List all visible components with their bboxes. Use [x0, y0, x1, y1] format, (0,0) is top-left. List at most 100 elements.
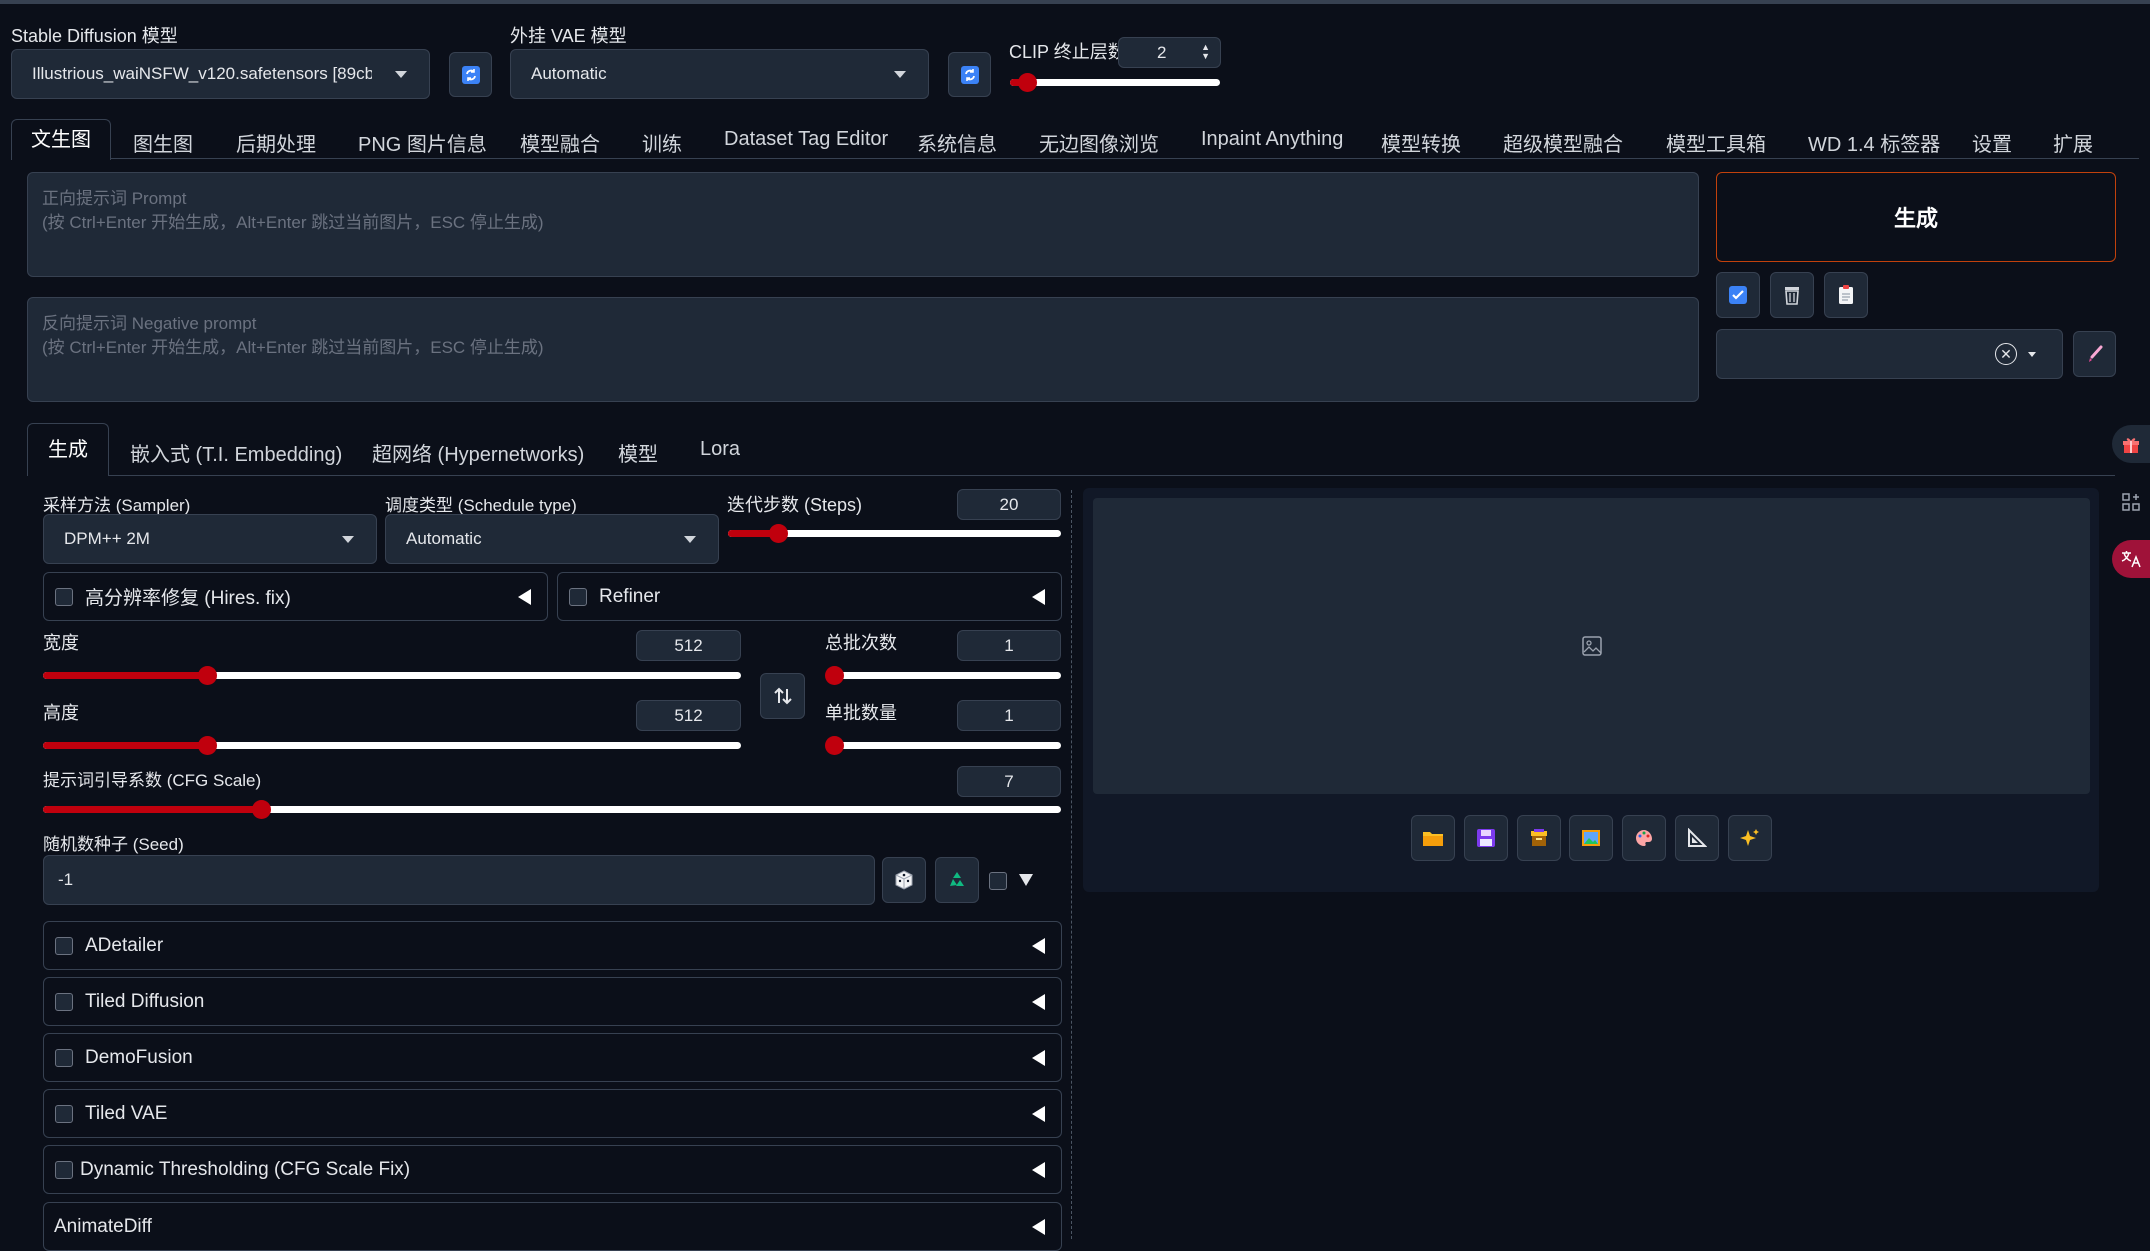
- send-to-img2img-button[interactable]: [1569, 815, 1613, 861]
- seed-input[interactable]: -1: [43, 855, 875, 905]
- steps-input[interactable]: 20: [957, 489, 1061, 520]
- prompt-textarea[interactable]: 正向提示词 Prompt (按 Ctrl+Enter 开始生成，Alt+Ente…: [27, 172, 1699, 277]
- subtab-checkpoints[interactable]: 模型: [618, 438, 658, 467]
- adetailer-accordion[interactable]: ADetailer: [43, 921, 1062, 970]
- apps-grid-button[interactable]: [2112, 483, 2150, 521]
- collapse-triangle-icon[interactable]: [1032, 1105, 1045, 1122]
- cfg-scale-label: 提示词引导系数 (CFG Scale): [43, 771, 262, 790]
- gift-button[interactable]: [2112, 425, 2150, 463]
- save-button[interactable]: [1464, 815, 1508, 861]
- tab-extensions[interactable]: 扩展: [2053, 128, 2093, 157]
- vae-select[interactable]: Automatic: [510, 49, 929, 99]
- clear-prompt-button[interactable]: [1770, 272, 1814, 318]
- generate-button[interactable]: 生成: [1716, 172, 2116, 262]
- tab-dataset-tag-editor[interactable]: Dataset Tag Editor: [724, 128, 888, 151]
- batch-count-input[interactable]: 1: [957, 630, 1061, 661]
- send-to-inpaint-button[interactable]: [1622, 815, 1666, 861]
- vae-refresh-button[interactable]: [948, 52, 991, 97]
- save-zip-button[interactable]: [1517, 815, 1561, 861]
- steps-slider[interactable]: [728, 524, 1061, 543]
- demofusion-accordion[interactable]: DemoFusion: [43, 1033, 1062, 1082]
- sparkles-button[interactable]: [1728, 815, 1772, 861]
- swap-dimensions-button[interactable]: [760, 673, 805, 719]
- clip-skip-input[interactable]: 2 ▲ ▼: [1118, 37, 1221, 68]
- output-image-area[interactable]: [1093, 498, 2090, 794]
- batch-size-slider[interactable]: [825, 736, 1061, 755]
- collapse-triangle-icon[interactable]: [1032, 993, 1045, 1010]
- random-seed-button[interactable]: [882, 857, 926, 903]
- slider-thumb[interactable]: [1017, 73, 1037, 92]
- refiner-checkbox[interactable]: [569, 587, 587, 606]
- subtab-hypernetworks[interactable]: 超网络 (Hypernetworks): [372, 438, 584, 467]
- batch-count-slider[interactable]: [825, 666, 1061, 685]
- tab-txt2img[interactable]: 文生图: [11, 119, 111, 160]
- demofusion-checkbox[interactable]: [55, 1048, 73, 1067]
- subtab-generation[interactable]: 生成: [27, 423, 109, 476]
- reuse-seed-button[interactable]: [935, 857, 979, 903]
- height-input[interactable]: 512: [636, 700, 741, 731]
- read-params-button[interactable]: [1716, 272, 1760, 318]
- width-slider[interactable]: [43, 666, 741, 685]
- hires-fix-accordion[interactable]: 高分辨率修复 (Hires. fix): [43, 572, 548, 621]
- animatediff-accordion[interactable]: AnimateDiff: [43, 1202, 1062, 1251]
- collapse-triangle-icon[interactable]: [518, 588, 531, 605]
- dynamic-thresholding-checkbox[interactable]: [55, 1160, 73, 1179]
- translate-button[interactable]: [2112, 540, 2150, 578]
- styles-edit-button[interactable]: [1824, 272, 1868, 318]
- adetailer-checkbox[interactable]: [55, 936, 73, 955]
- collapse-triangle-icon[interactable]: [1032, 1218, 1045, 1235]
- tab-train[interactable]: 训练: [642, 128, 682, 157]
- clip-skip-slider[interactable]: [1010, 73, 1220, 92]
- tab-infinite-image-browsing[interactable]: 无边图像浏览: [1039, 128, 1159, 157]
- slider-thumb[interactable]: [198, 666, 218, 685]
- cfg-scale-input[interactable]: 7: [957, 766, 1061, 797]
- send-to-extras-button[interactable]: [1675, 815, 1719, 861]
- batch-size-input[interactable]: 1: [957, 700, 1061, 731]
- slider-thumb[interactable]: [198, 736, 218, 755]
- extra-seed-checkbox[interactable]: [989, 872, 1007, 890]
- hires-fix-checkbox[interactable]: [55, 587, 73, 606]
- sampler-select[interactable]: DPM++ 2M: [43, 514, 377, 564]
- tab-wd14-tagger[interactable]: WD 1.4 标签器: [1808, 128, 1940, 157]
- schedule-type-select[interactable]: Automatic: [385, 514, 719, 564]
- tab-extras[interactable]: 后期处理: [236, 128, 316, 157]
- collapse-triangle-icon[interactable]: [1032, 937, 1045, 954]
- collapse-triangle-icon[interactable]: [1032, 588, 1045, 605]
- extra-seed-toggle-icon[interactable]: [1019, 874, 1033, 886]
- tab-png-info[interactable]: PNG 图片信息: [358, 128, 487, 157]
- tiled-diffusion-checkbox[interactable]: [55, 992, 73, 1011]
- open-folder-button[interactable]: [1411, 815, 1455, 861]
- tab-img2img[interactable]: 图生图: [133, 128, 193, 157]
- slider-thumb[interactable]: [825, 736, 844, 755]
- tiled-diffusion-accordion[interactable]: Tiled Diffusion: [43, 977, 1062, 1026]
- cfg-scale-slider[interactable]: [43, 800, 1061, 819]
- slider-thumb[interactable]: [768, 524, 788, 543]
- slider-thumb[interactable]: [251, 800, 271, 819]
- sd-model-refresh-button[interactable]: [449, 52, 492, 97]
- sampler-value: DPM++ 2M: [64, 529, 150, 548]
- subtab-lora[interactable]: Lora: [700, 438, 740, 461]
- tab-super-merger[interactable]: 超级模型融合: [1503, 128, 1623, 157]
- tab-model-toolkit[interactable]: 模型工具箱: [1666, 128, 1766, 157]
- collapse-triangle-icon[interactable]: [1032, 1049, 1045, 1066]
- refiner-accordion[interactable]: Refiner: [557, 572, 1062, 621]
- height-slider[interactable]: [43, 736, 741, 755]
- tab-model-converter[interactable]: 模型转换: [1381, 128, 1461, 157]
- tiled-vae-checkbox[interactable]: [55, 1104, 73, 1123]
- adetailer-label: ADetailer: [85, 934, 164, 956]
- tiled-vae-accordion[interactable]: Tiled VAE: [43, 1089, 1062, 1138]
- tab-settings[interactable]: 设置: [1972, 128, 2012, 157]
- tab-checkpoint-merger[interactable]: 模型融合: [520, 128, 600, 157]
- width-input[interactable]: 512: [636, 630, 741, 661]
- negative-prompt-textarea[interactable]: 反向提示词 Negative prompt (按 Ctrl+Enter 开始生成…: [27, 297, 1699, 402]
- styles-dropdown[interactable]: ✕: [1716, 329, 2063, 379]
- collapse-triangle-icon[interactable]: [1032, 1161, 1045, 1178]
- dynamic-thresholding-accordion[interactable]: Dynamic Thresholding (CFG Scale Fix): [43, 1145, 1062, 1194]
- slider-thumb[interactable]: [825, 666, 844, 685]
- subtab-textual-inversion[interactable]: 嵌入式 (T.I. Embedding): [130, 438, 342, 467]
- tab-system-info[interactable]: 系统信息: [917, 128, 997, 157]
- tab-inpaint-anything[interactable]: Inpaint Anything: [1201, 128, 1343, 151]
- sd-model-select[interactable]: Illustrious_waiNSFW_v120.safetensors [89…: [11, 49, 430, 99]
- apply-style-button[interactable]: [2073, 331, 2116, 377]
- clear-x-icon[interactable]: ✕: [1995, 343, 2017, 365]
